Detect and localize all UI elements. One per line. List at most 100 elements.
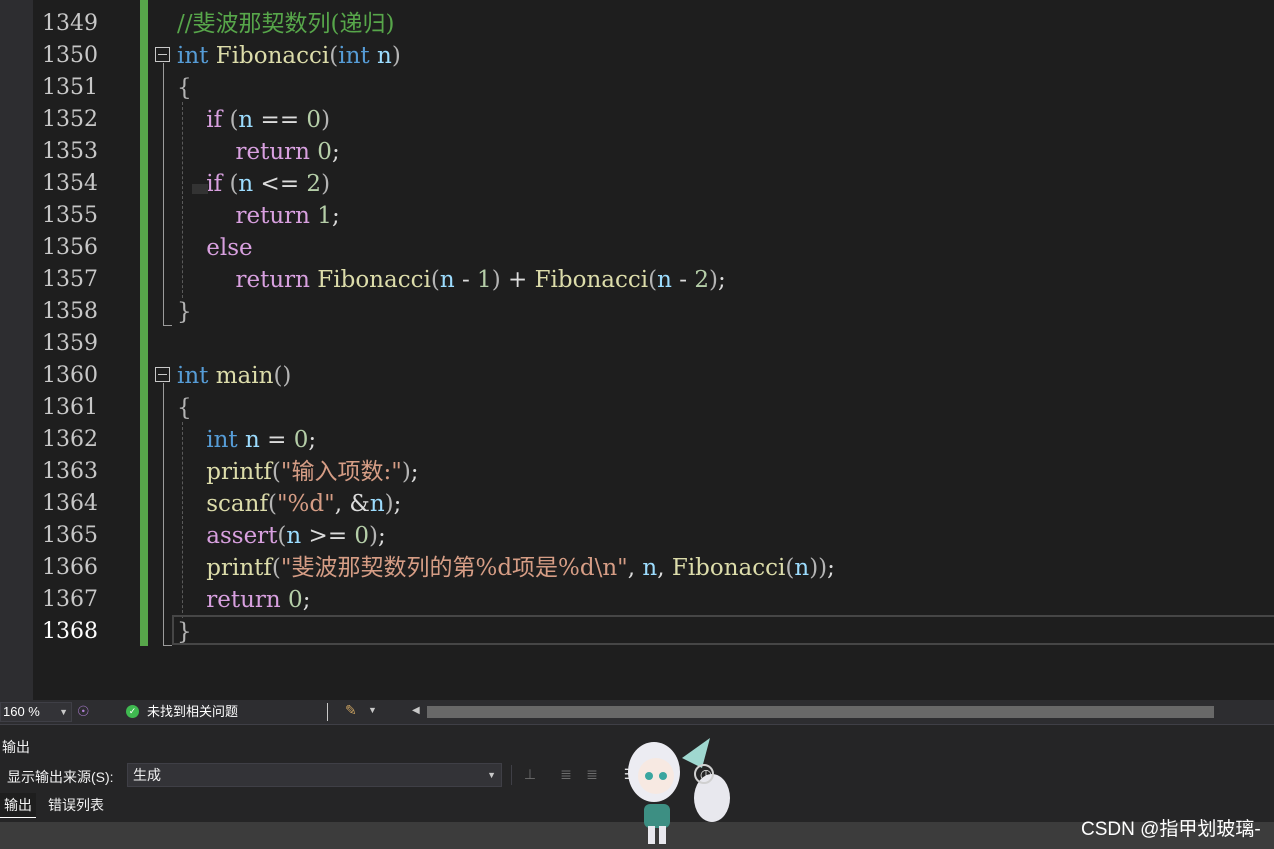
collapse-fibonacci-icon[interactable] [155,47,170,62]
copilot-icon[interactable]: ☉ [77,703,90,720]
code-token: n [439,267,455,293]
line-number: 1356 [42,235,98,260]
line-number: 1367 [42,587,98,612]
current-line-highlight [172,615,1274,645]
code-token: n [238,107,254,133]
change-tracking-bar [140,0,148,646]
code-token: ( [271,555,281,581]
tab-output[interactable]: 输出 [0,793,36,818]
code-token: 0 [293,427,309,453]
line-number: 1357 [42,267,98,292]
code-token: ( [329,43,339,69]
code-text: if (n == 0) [177,104,330,136]
output-source-select[interactable]: 生成 ▼ [127,763,502,787]
code-cleanup-brush-icon[interactable]: ✎ [345,702,357,719]
line-number: 1358 [42,299,98,324]
code-token: ; [331,139,340,165]
code-token: ; [717,267,726,293]
previous-message-icon[interactable]: ≣ [557,765,575,783]
fold-scope-line [163,383,164,645]
editor-status-bar: 160 % ▼ ☉ ✓ 未找到相关问题 ✎ ▼ ◀ [0,700,1274,724]
code-token: ; [308,427,317,453]
tab-error-list[interactable]: 错误列表 [44,793,108,817]
code-text: printf("斐波那契数列的第%d项是%d\n", n, Fibonacci(… [177,552,835,584]
code-token: n [238,171,254,197]
code-text: printf("输入项数:"); [177,456,419,488]
code-token: //斐波那契数列(递归) [177,11,395,37]
code-token: - [671,267,695,293]
code-token: ; [378,523,386,549]
code-token: else [206,235,253,261]
collapse-main-icon[interactable] [155,367,170,382]
code-token: ) [321,107,331,133]
code-token: return [235,267,310,293]
issues-status[interactable]: 未找到相关问题 [147,704,238,720]
code-token: , & [334,491,370,517]
code-token: ; [393,491,402,517]
code-token: ) [708,267,718,293]
code-token: return [206,587,281,613]
line-number: 1360 [42,363,98,388]
toolbar-divider [511,765,512,785]
code-text: int n = 0; [177,424,316,456]
code-token: Fibonacci [215,43,330,69]
code-text: scanf("%d", &n); [177,488,401,520]
code-token: int [177,43,209,69]
code-editor[interactable]: 1349//斐波那契数列(递归) 1350 int Fibonacci(int n)… [0,0,1274,700]
line-number: 1361 [42,395,98,420]
indent-guide [182,422,183,618]
code-text: return 0; [177,584,310,616]
code-token: return [235,203,310,229]
code-text: return 0; [177,136,340,168]
zoom-dropdown[interactable]: 160 % ▼ [0,702,72,722]
code-text: } [177,296,192,328]
chevron-down-icon[interactable]: ▼ [368,705,377,715]
code-token: , [657,555,672,581]
code-token: n [657,267,672,293]
quick-action-marker[interactable] [192,184,208,194]
code-token: n [286,523,302,549]
code-token: 2 [306,171,322,197]
code-token: n [244,427,260,453]
code-token: ( [648,267,658,293]
code-token: 1 [477,267,492,293]
code-text: int main() [177,360,291,392]
go-to-message-icon[interactable]: ⊥ [521,765,539,783]
indent-guide [182,102,183,298]
code-text: return 1; [177,200,340,232]
code-token: ) [321,171,331,197]
indicator-margin [0,0,33,700]
mascot-sticker-icon [628,738,730,844]
code-token: ; [410,459,419,485]
code-token: "输入项数:" [280,459,402,485]
next-message-icon[interactable]: ≣ [583,765,601,783]
code-token: { [177,395,192,421]
panel-title: 输出 [2,739,30,755]
line-number: 1366 [42,555,98,580]
line-number: 1352 [42,107,98,132]
code-token: main [215,363,274,389]
horizontal-scrollbar[interactable] [427,706,1214,718]
code-token: ; [302,587,311,613]
code-token: ; [331,203,340,229]
line-number: 1363 [42,459,98,484]
code-token: "斐波那契数列的第%d项是%d\n" [280,555,628,581]
code-text: //斐波那契数列(递归) [177,8,394,40]
code-token: ) [401,459,411,485]
scroll-left-icon[interactable]: ◀ [412,705,420,716]
line-number: 1364 [42,491,98,516]
code-token: - [454,267,478,293]
code-token: ) [391,43,401,69]
code-text: assert(n >= 0); [177,520,386,552]
code-token: )) [809,555,828,581]
code-text: return Fibonacci(n - 1) + Fibonacci(n - … [177,264,726,296]
code-token: int [206,427,238,453]
check-circle-icon: ✓ [126,705,139,718]
code-token: { [177,75,192,101]
